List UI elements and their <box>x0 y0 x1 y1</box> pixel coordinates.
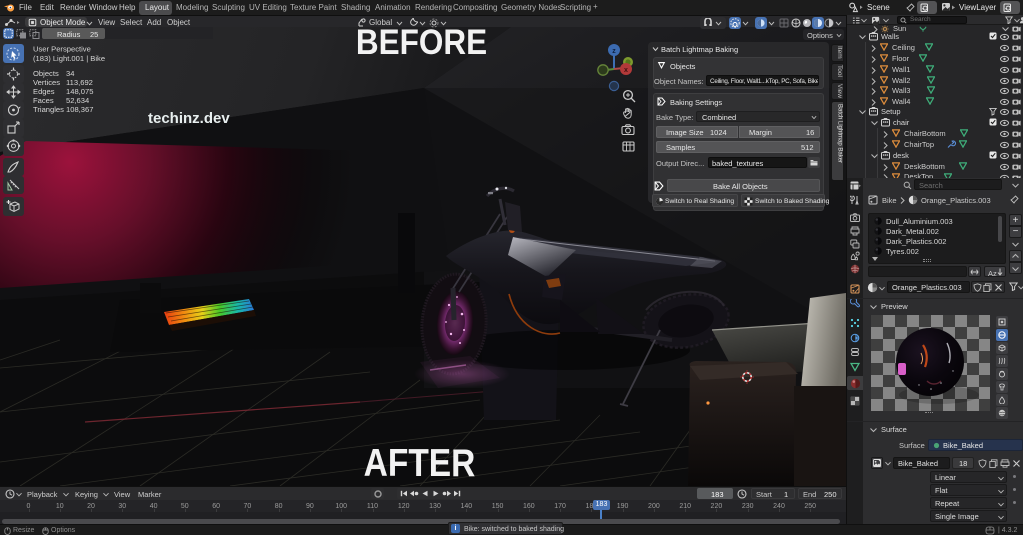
svg-text:AFTER: AFTER <box>364 441 476 485</box>
svg-text:Faces: Faces <box>33 96 54 105</box>
svg-text:techinz.dev: techinz.dev <box>148 110 230 127</box>
svg-text:z: z <box>612 48 616 55</box>
svg-text:Triangles: Triangles <box>33 105 64 114</box>
svg-text:x: x <box>624 67 628 74</box>
svg-text:Objects: Objects <box>33 69 59 78</box>
svg-text:113,692: 113,692 <box>66 78 93 87</box>
svg-text:(183) Light.001 | Bike: (183) Light.001 | Bike <box>33 54 105 63</box>
svg-text:52,634: 52,634 <box>66 96 89 105</box>
svg-text:BEFORE: BEFORE <box>356 24 487 63</box>
svg-text:User Perspective: User Perspective <box>33 45 91 54</box>
svg-text:148,075: 148,075 <box>66 87 93 96</box>
svg-text:108,367: 108,367 <box>66 105 93 114</box>
svg-text:Vertices: Vertices <box>33 78 60 87</box>
svg-text:Edges: Edges <box>33 87 55 96</box>
svg-text:34: 34 <box>66 69 74 78</box>
